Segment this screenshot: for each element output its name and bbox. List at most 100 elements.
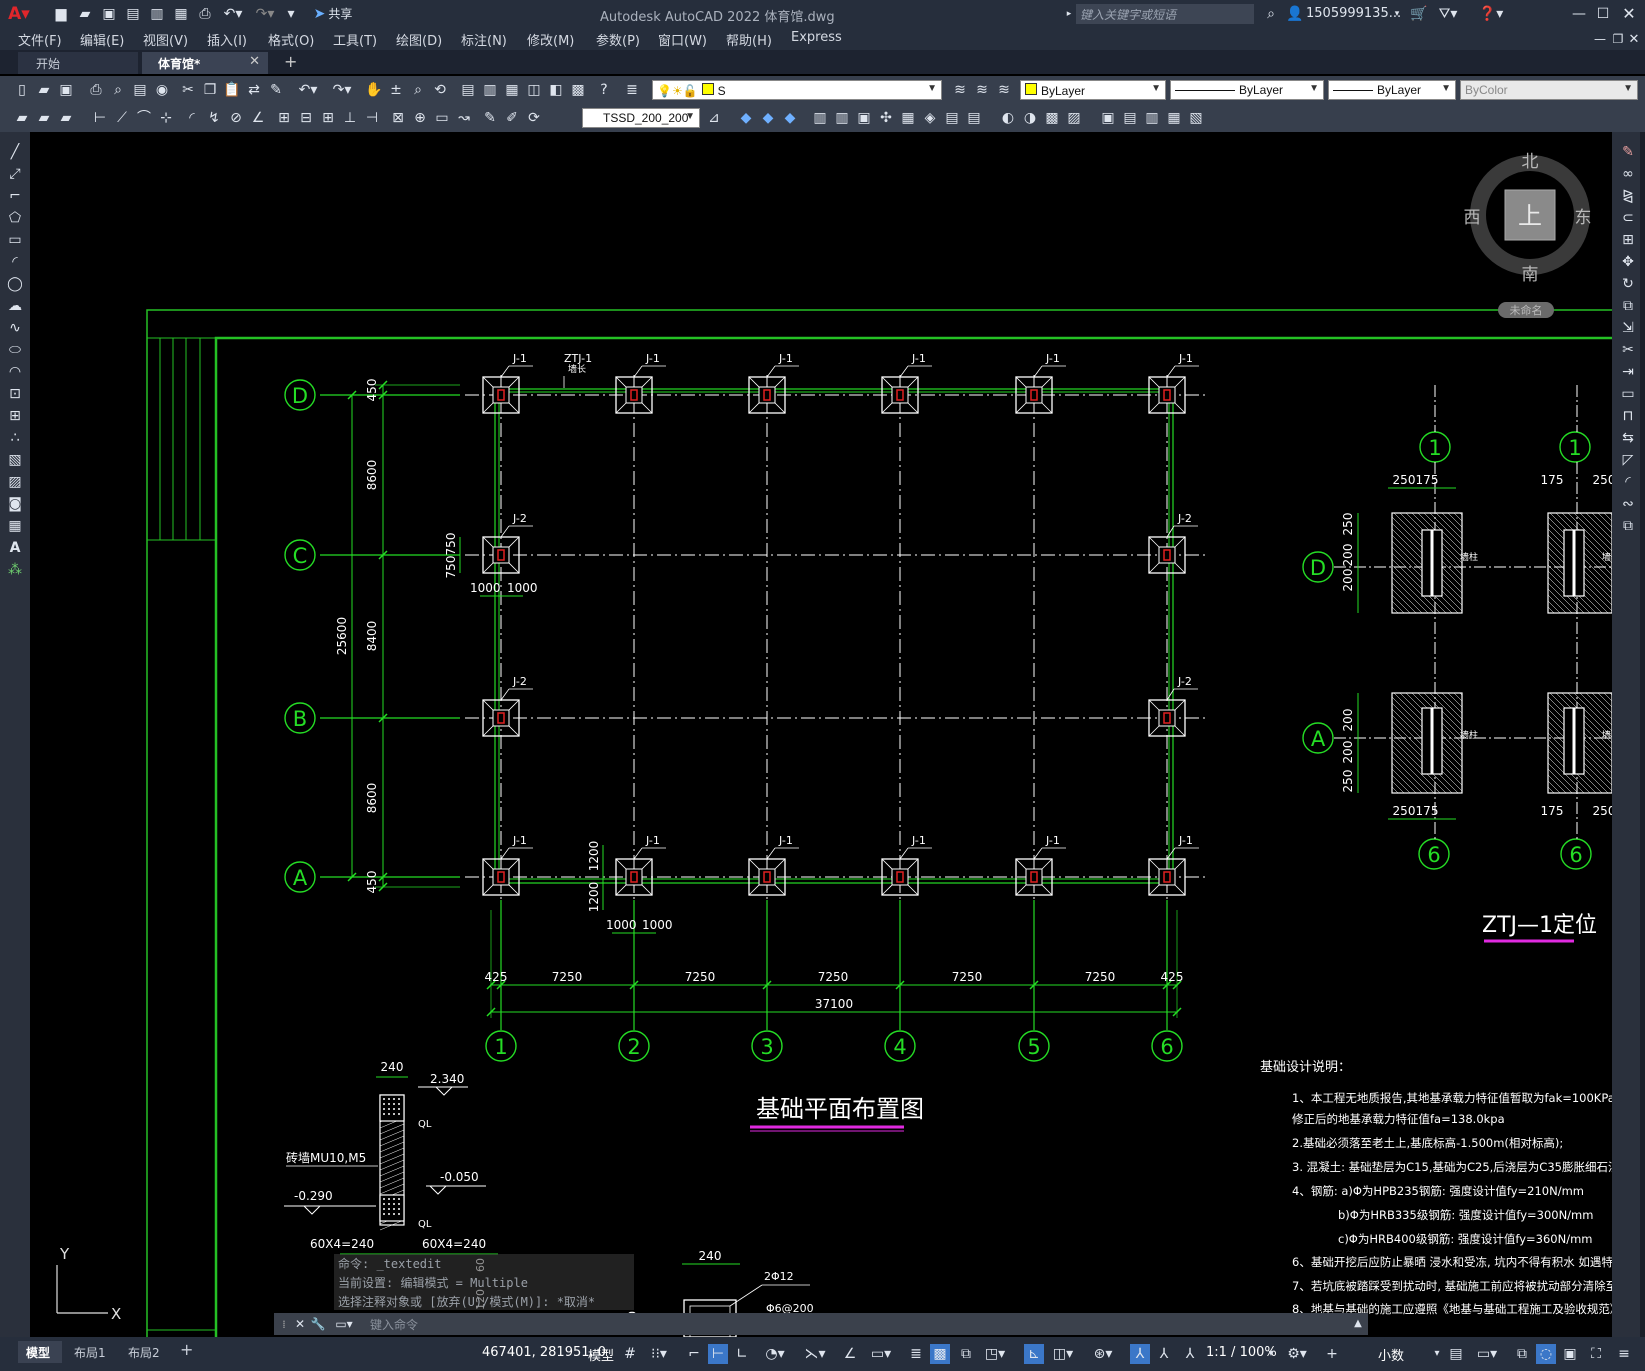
rotate-icon[interactable]: ↻ bbox=[1618, 274, 1638, 294]
baseline-dim-icon[interactable]: ⊟ bbox=[296, 109, 316, 127]
units-value[interactable]: 小数 bbox=[1378, 1345, 1404, 1364]
open-icon[interactable]: ▰ bbox=[34, 81, 54, 99]
linetype-select[interactable]: ByLayer ▼ bbox=[1170, 80, 1324, 100]
chamfer-icon[interactable]: ◸ bbox=[1618, 450, 1638, 470]
units-dropdown-icon[interactable]: ▾ bbox=[1432, 1344, 1442, 1364]
inspection-icon[interactable]: ▭ bbox=[432, 109, 452, 127]
design-center-icon[interactable]: ▥ bbox=[480, 81, 500, 99]
model-space-toggle[interactable]: 模型 bbox=[588, 1345, 614, 1364]
tssd-icon-17[interactable]: ▩ bbox=[1042, 109, 1062, 127]
dynamic-ucs-icon[interactable]: ⊾ bbox=[1024, 1344, 1044, 1364]
zoom-realtime-icon[interactable]: ± bbox=[386, 81, 406, 99]
polar-icon[interactable]: ◔▾ bbox=[760, 1344, 790, 1364]
tssd-icon-6[interactable]: ◆ bbox=[780, 109, 800, 127]
menu-edit[interactable]: 编辑(E) bbox=[80, 30, 124, 49]
right-scrollbar[interactable] bbox=[1640, 132, 1645, 1337]
user-icon[interactable]: 👤 bbox=[1286, 5, 1304, 23]
tab-model[interactable]: 模型 bbox=[18, 1341, 62, 1363]
cart-icon[interactable]: 🛒 bbox=[1410, 5, 1428, 23]
region-icon[interactable]: ◙ bbox=[5, 494, 25, 514]
aligned-dim-icon[interactable]: ⟋ bbox=[112, 109, 132, 127]
radius-dim-icon[interactable]: ◜ bbox=[182, 109, 202, 127]
center-mark-icon[interactable]: ⊕ bbox=[410, 109, 430, 127]
quick-properties-icon[interactable]: ▤ bbox=[1446, 1344, 1466, 1364]
explode-icon[interactable]: ⧉ bbox=[1618, 516, 1638, 536]
move-icon[interactable]: ✥ bbox=[1618, 252, 1638, 272]
continue-dim-icon[interactable]: ⊞ bbox=[318, 109, 338, 127]
save-icon[interactable]: ▣ bbox=[100, 5, 118, 23]
blend-curves-icon[interactable]: ∾ bbox=[1618, 494, 1638, 514]
3d-print-icon[interactable]: ◉ bbox=[152, 81, 172, 99]
calculator-icon[interactable]: ▩ bbox=[568, 81, 588, 99]
match-properties-icon[interactable]: ⇄ bbox=[244, 81, 264, 99]
mtext-icon[interactable]: A bbox=[5, 538, 25, 558]
dimstyle-select[interactable]: TSSD_200_200 ▼ bbox=[582, 108, 700, 128]
tssd-icon-12[interactable]: ◈ bbox=[920, 109, 940, 127]
tssd-icon-22[interactable]: ▦ bbox=[1164, 109, 1184, 127]
plot-small-icon[interactable]: ⎙ bbox=[86, 81, 106, 99]
tssd-icon-21[interactable]: ▥ bbox=[1142, 109, 1162, 127]
spline-icon[interactable]: ∿ bbox=[5, 318, 25, 338]
hatch-icon[interactable]: ▧ bbox=[5, 450, 25, 470]
clean-screen-icon[interactable]: ⛶ bbox=[1586, 1344, 1606, 1364]
ordinate-dim-icon[interactable]: ⊹ bbox=[156, 109, 176, 127]
command-scroll-icon[interactable]: ▲ bbox=[1350, 1315, 1366, 1333]
menu-tools[interactable]: 工具(T) bbox=[333, 30, 377, 49]
tool-palettes-icon[interactable]: ▦ bbox=[502, 81, 522, 99]
annotation-visibility-icon[interactable]: ⅄ bbox=[1130, 1344, 1150, 1364]
scale-dropdown-icon[interactable]: ▾ bbox=[1266, 1344, 1276, 1364]
tssd-icon-19[interactable]: ▣ bbox=[1098, 109, 1118, 127]
autocad-logo-icon[interactable]: A▾ bbox=[6, 4, 32, 24]
tab-start[interactable]: 开始 bbox=[18, 52, 138, 74]
line-icon[interactable]: ╱ bbox=[5, 142, 25, 162]
polygon-icon[interactable]: ⬠ bbox=[5, 208, 25, 228]
isodraft-icon[interactable]: ⋋▾ bbox=[800, 1344, 830, 1364]
block-editor-icon[interactable]: ✎ bbox=[266, 81, 286, 99]
menu-insert[interactable]: 插入(I) bbox=[207, 30, 247, 49]
customize-qat-icon[interactable]: ▾ bbox=[284, 5, 298, 23]
doc-minimize-icon[interactable]: — bbox=[1592, 30, 1608, 48]
hardware-acceleration-icon[interactable]: ◌ bbox=[1536, 1344, 1556, 1364]
customization-menu-icon[interactable]: ≡ bbox=[1614, 1344, 1634, 1364]
infer-constraints-icon[interactable]: ⌐ bbox=[684, 1344, 704, 1364]
jogged-dim-icon[interactable]: ↯ bbox=[204, 109, 224, 127]
ellipse-arc-icon[interactable]: ◠ bbox=[5, 362, 25, 382]
tssd-icon-16[interactable]: ◑ bbox=[1020, 109, 1040, 127]
user-dropdown-icon[interactable]: ▾ bbox=[1392, 6, 1402, 22]
tssd-icon-10[interactable]: ✣ bbox=[876, 109, 896, 127]
lock-ui-icon[interactable]: ▭▾ bbox=[1472, 1344, 1502, 1364]
tssd-icon-11[interactable]: ▦ bbox=[898, 109, 918, 127]
gizmo-icon[interactable]: ⊛▾ bbox=[1088, 1344, 1118, 1364]
layer-state-icon[interactable]: ≋ bbox=[994, 81, 1014, 99]
insert-block-icon[interactable]: ⊡ bbox=[5, 384, 25, 404]
ellipse-icon[interactable]: ⬭ bbox=[5, 340, 25, 360]
save-small-icon[interactable]: ▣ bbox=[56, 81, 76, 99]
tssd-icon-20[interactable]: ▤ bbox=[1120, 109, 1140, 127]
menu-dimension[interactable]: 标注(N) bbox=[461, 30, 507, 49]
angular-dim-icon[interactable]: ∠ bbox=[248, 109, 268, 127]
new-file-icon[interactable]: ▆ bbox=[52, 5, 70, 23]
make-block-icon[interactable]: ⊞ bbox=[5, 406, 25, 426]
drawing-canvas[interactable]: DCBA1 2 3 4 5 6 J-1J-1J-1J-1J-1J-1J-1J-1J-1J-… bbox=[30, 132, 1612, 1337]
point-icon[interactable]: ∴ bbox=[5, 428, 25, 448]
menu-file[interactable]: 文件(F) bbox=[18, 30, 62, 49]
dim-update-icon[interactable]: ⟳ bbox=[524, 109, 544, 127]
tab-file[interactable]: 体育馆* ✕ bbox=[142, 52, 268, 74]
selection-filter-icon[interactable]: ◫▾ bbox=[1048, 1344, 1078, 1364]
command-customize-icon[interactable]: 🔧 bbox=[310, 1315, 326, 1333]
copy-icon[interactable]: ❐ bbox=[200, 81, 220, 99]
construction-line-icon[interactable]: ⤢ bbox=[5, 164, 25, 184]
dim-break-icon[interactable]: ⊣ bbox=[362, 109, 382, 127]
quick-dim-icon[interactable]: ⊞ bbox=[274, 109, 294, 127]
tolerance-icon[interactable]: ⊠ bbox=[388, 109, 408, 127]
tssd-icon-23[interactable]: ▧ bbox=[1186, 109, 1206, 127]
tab-close-icon[interactable]: ✕ bbox=[249, 54, 260, 69]
command-input[interactable]: 键入命令 bbox=[370, 1316, 418, 1333]
save-as-icon[interactable]: ▤ bbox=[124, 5, 142, 23]
dim-edit-icon[interactable]: ✎ bbox=[480, 109, 500, 127]
layer-select[interactable]: 💡☀🔓 S ▼ bbox=[652, 80, 942, 100]
tssd-icon-3[interactable]: ▰ bbox=[56, 109, 76, 127]
add-layout-button[interactable]: + bbox=[180, 1340, 193, 1359]
viewcube[interactable]: 上 北 南 东 西 未命名 bbox=[1464, 152, 1592, 318]
rectangle-icon[interactable]: ▭ bbox=[5, 230, 25, 250]
